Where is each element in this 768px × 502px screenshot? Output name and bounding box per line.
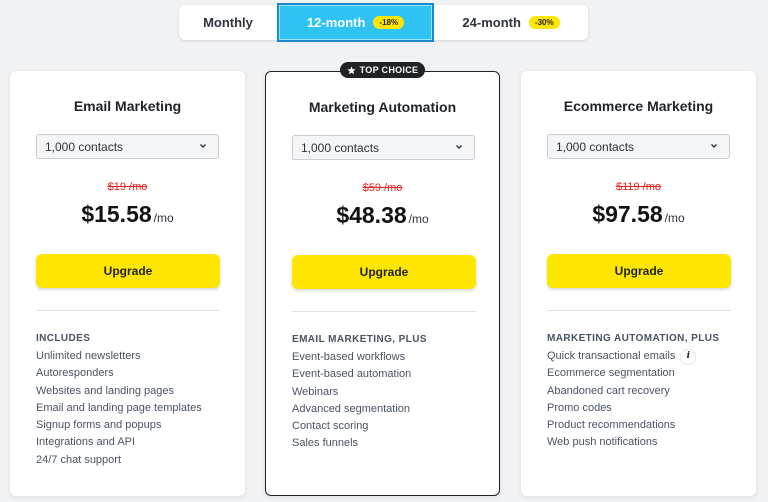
feature-item: Websites and landing pages <box>36 384 175 397</box>
feature-item: Contact scoring <box>292 420 369 433</box>
feature-item: Advanced segmentation <box>292 402 411 415</box>
billing-option-label: 12-month <box>306 15 366 30</box>
plan-title: Email Marketing <box>73 98 182 114</box>
feature-item: Email and landing page templates <box>36 401 202 414</box>
price-amount: $48.38 <box>336 202 407 228</box>
upgrade-button[interactable]: Upgrade <box>547 254 731 288</box>
plan-card-marketing-automation: Marketing Automation 1,000 contacts $59 … <box>265 71 500 496</box>
feature-item: Product recommendations <box>547 419 676 432</box>
discount-badge: -18% <box>373 16 405 29</box>
feature-item: Event-based automation <box>292 368 412 381</box>
top-choice-badge: TOP CHOICE <box>340 62 425 78</box>
price-period: /mo <box>408 212 429 226</box>
features-heading: EMAIL MARKETING, PLUS <box>292 334 427 345</box>
plan-price: $97.58 /mo <box>521 201 756 228</box>
feature-item: Ecommerce segmentation <box>547 367 675 380</box>
contacts-dropdown[interactable]: 1,000 contacts <box>292 135 475 160</box>
billing-option-label: Monthly <box>203 15 253 30</box>
chevron-down-icon <box>456 145 462 149</box>
feature-item: Sales funnels <box>292 437 359 450</box>
feature-item: Signup forms and popups <box>36 419 162 432</box>
plan-price: $48.38 /mo <box>266 202 499 229</box>
feature-item: Web push notifications <box>547 436 658 449</box>
feature-item: Quick transactional emails i <box>547 348 696 365</box>
billing-option-monthly[interactable]: Monthly <box>179 5 277 40</box>
feature-item: Webinars <box>292 385 339 398</box>
price-period: /mo <box>153 211 174 225</box>
discount-badge: -30% <box>528 16 560 29</box>
features-heading: MARKETING AUTOMATION, PLUS <box>547 333 720 344</box>
billing-option-12-month[interactable]: 12-month -18% <box>277 3 434 42</box>
chevron-down-icon <box>200 144 206 148</box>
top-choice-label: TOP CHOICE <box>359 65 419 75</box>
billing-option-label: 24-month <box>462 15 521 30</box>
feature-list: Event-based workflows Event-based automa… <box>292 349 411 453</box>
billing-option-24-month[interactable]: 24-month -30% <box>434 5 588 40</box>
contacts-dropdown-value: 1,000 contacts <box>301 140 380 155</box>
contacts-dropdown-value: 1,000 contacts <box>45 139 124 154</box>
billing-period-toggle: Monthly 12-month -18% 24-month -30% <box>179 3 588 42</box>
upgrade-button[interactable]: Upgrade <box>36 254 220 288</box>
contacts-dropdown-value: 1,000 contacts <box>556 139 635 154</box>
info-icon[interactable]: i <box>681 349 696 364</box>
divider <box>36 310 220 311</box>
plan-card-ecommerce-marketing: Ecommerce Marketing 1,000 contacts $119 … <box>521 71 756 496</box>
price-period: /mo <box>664 211 685 225</box>
chevron-down-icon <box>711 144 717 148</box>
feature-list: Unlimited newsletters Autoresponders Web… <box>36 348 202 469</box>
features-heading: INCLUDES <box>36 333 91 344</box>
star-icon <box>347 65 356 74</box>
plan-price: $15.58 /mo <box>10 201 245 228</box>
feature-item: 24/7 chat support <box>36 453 122 466</box>
feature-item: Abandoned cart recovery <box>547 384 670 397</box>
plan-title: Marketing Automation <box>308 99 457 115</box>
feature-item: Promo codes <box>547 401 612 414</box>
feature-item: Event-based workflows <box>292 351 406 363</box>
price-amount: $15.58 <box>81 201 152 227</box>
feature-item: Integrations and API <box>36 436 136 449</box>
feature-item: Autoresponders <box>36 367 114 380</box>
plan-card-email-marketing: Email Marketing 1,000 contacts $19 /mo $… <box>10 71 245 496</box>
feature-item: Unlimited newsletters <box>36 350 141 362</box>
feature-list: Quick transactional emails i Ecommerce s… <box>547 348 696 452</box>
divider <box>292 311 476 312</box>
original-price: $119 /mo <box>615 181 662 193</box>
original-price: $19 /mo <box>107 181 148 193</box>
price-amount: $97.58 <box>592 201 663 227</box>
contacts-dropdown[interactable]: 1,000 contacts <box>36 134 219 159</box>
feature-item-label: Quick transactional emails <box>547 350 676 362</box>
divider <box>547 310 731 311</box>
contacts-dropdown[interactable]: 1,000 contacts <box>547 134 730 159</box>
plan-title: Ecommerce Marketing <box>563 98 714 114</box>
upgrade-button[interactable]: Upgrade <box>292 255 476 289</box>
original-price: $59 /mo <box>362 182 403 194</box>
